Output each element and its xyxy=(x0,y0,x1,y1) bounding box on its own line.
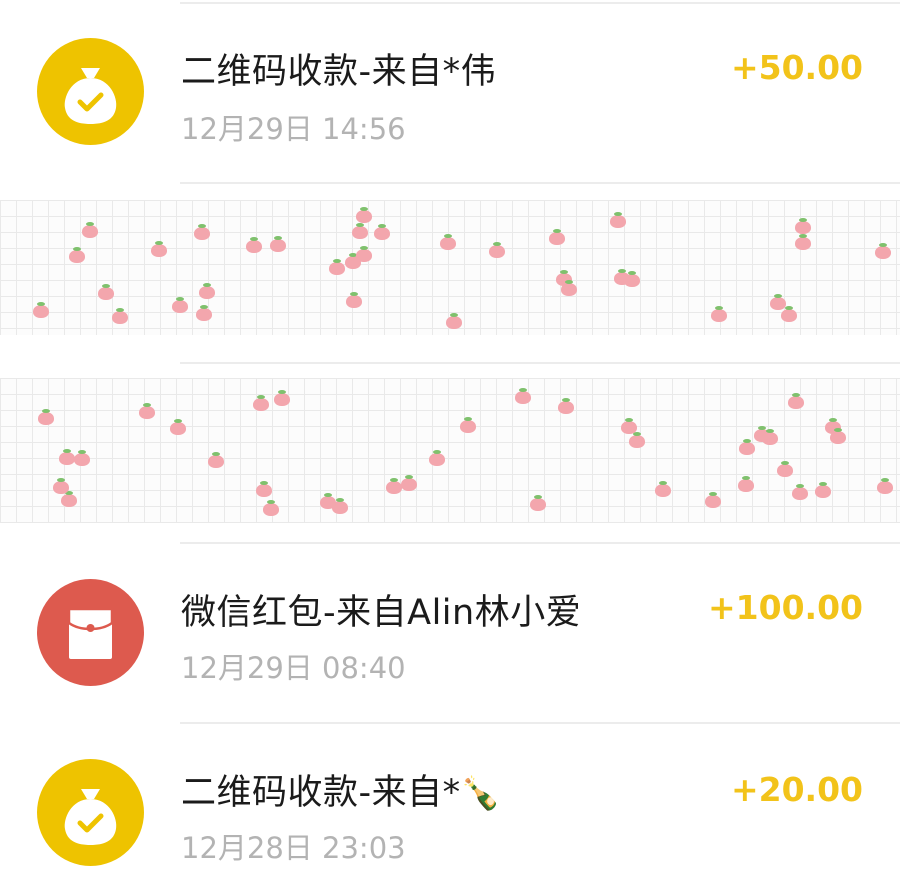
strawberry-sticker-icon xyxy=(429,450,445,466)
strawberry-sticker-icon xyxy=(270,236,286,252)
strawberry-sticker-icon xyxy=(194,224,210,240)
strawberry-sticker-icon xyxy=(711,306,727,322)
strawberry-sticker-icon xyxy=(38,409,54,425)
strawberry-sticker-icon xyxy=(208,452,224,468)
transaction-title: 微信红包-来自Alin林小爱 xyxy=(181,593,582,633)
strawberry-sticker-icon xyxy=(401,475,417,491)
strawberry-sticker-icon xyxy=(253,395,269,411)
strawberry-sticker-icon xyxy=(356,246,372,262)
strawberry-sticker-icon xyxy=(530,495,546,511)
strawberry-sticker-icon xyxy=(614,269,630,285)
strawberry-sticker-icon xyxy=(610,212,626,228)
strawberry-sticker-icon xyxy=(246,237,262,253)
divider xyxy=(180,182,900,184)
strawberry-sticker-icon xyxy=(356,207,372,223)
transaction-time: 12月29日 14:56 xyxy=(181,112,406,146)
strawberry-sticker-icon xyxy=(877,478,893,494)
strawberry-sticker-icon xyxy=(69,247,85,263)
strawberry-sticker-icon xyxy=(151,241,167,257)
strawberry-sticker-icon xyxy=(621,418,637,434)
strawberry-sticker-icon xyxy=(795,218,811,234)
strawberry-sticker-icon xyxy=(352,223,368,239)
strawberry-sticker-icon xyxy=(781,306,797,322)
strawberry-sticker-icon xyxy=(82,222,98,238)
transaction-amount: +100.00 xyxy=(708,588,863,627)
strawberry-sticker-icon xyxy=(460,417,476,433)
strawberry-sticker-icon xyxy=(738,476,754,492)
strawberry-sticker-icon xyxy=(440,234,456,250)
strawberry-sticker-icon xyxy=(792,484,808,500)
transaction-row-2[interactable]: 微信红包-来自Alin林小爱 12月29日 08:40 +100.00 xyxy=(0,550,900,700)
strawberry-sticker-icon xyxy=(875,243,891,259)
strawberry-sticker-icon xyxy=(139,403,155,419)
strawberry-sticker-icon xyxy=(655,481,671,497)
strawberry-sticker-icon xyxy=(196,305,212,321)
divider xyxy=(180,542,900,544)
champagne-emoji: 🍾 xyxy=(460,774,501,812)
strawberry-sticker-icon xyxy=(795,234,811,250)
transaction-time: 12月29日 08:40 xyxy=(181,651,406,685)
strawberry-sticker-icon xyxy=(549,229,565,245)
transaction-title: 二维码收款-来自*🍾 xyxy=(181,764,501,815)
transaction-title: 二维码收款-来自*伟 xyxy=(181,52,497,92)
divider xyxy=(180,722,900,724)
transaction-amount: +50.00 xyxy=(730,48,863,87)
strawberry-sticker-icon xyxy=(815,482,831,498)
divider xyxy=(180,362,900,364)
strawberry-sticker-icon xyxy=(788,393,804,409)
transaction-time: 12月28日 23:03 xyxy=(181,831,406,865)
strawberry-sticker-icon xyxy=(33,302,49,318)
strawberry-sticker-icon xyxy=(762,429,778,445)
strawberry-sticker-icon xyxy=(112,308,128,324)
privacy-sticker xyxy=(0,378,900,523)
strawberry-sticker-icon xyxy=(59,449,75,465)
money-bag-icon xyxy=(37,759,144,866)
strawberry-sticker-icon xyxy=(346,292,362,308)
strawberry-sticker-icon xyxy=(629,432,645,448)
strawberry-sticker-icon xyxy=(170,419,186,435)
strawberry-sticker-icon xyxy=(777,461,793,477)
strawberry-sticker-icon xyxy=(515,388,531,404)
strawberry-sticker-icon xyxy=(374,224,390,240)
strawberry-sticker-icon xyxy=(53,478,69,494)
strawberry-sticker-icon xyxy=(830,428,846,444)
strawberry-sticker-icon xyxy=(770,294,786,310)
strawberry-sticker-icon xyxy=(74,450,90,466)
strawberry-sticker-icon xyxy=(256,481,272,497)
transaction-list: 二维码收款-来自*伟 12月29日 14:56 +50.00 微信红包-来自Al… xyxy=(0,0,900,870)
strawberry-sticker-icon xyxy=(263,500,279,516)
strawberry-sticker-icon xyxy=(558,398,574,414)
divider xyxy=(180,2,900,4)
strawberry-sticker-icon xyxy=(172,297,188,313)
strawberry-sticker-icon xyxy=(98,284,114,300)
transaction-title-text: 二维码收款-来自* xyxy=(181,773,461,813)
strawberry-sticker-icon xyxy=(274,390,290,406)
strawberry-sticker-icon xyxy=(739,439,755,455)
transaction-amount: +20.00 xyxy=(730,770,863,809)
strawberry-sticker-icon xyxy=(386,478,402,494)
strawberry-sticker-icon xyxy=(446,313,462,329)
red-packet-icon xyxy=(37,579,144,686)
strawberry-sticker-icon xyxy=(61,491,77,507)
strawberry-sticker-icon xyxy=(199,283,215,299)
privacy-sticker xyxy=(0,200,900,335)
strawberry-sticker-icon xyxy=(320,493,336,509)
strawberry-sticker-icon xyxy=(329,259,345,275)
transaction-row-3[interactable]: 二维码收款-来自*🍾 12月28日 23:03 +20.00 xyxy=(0,730,900,870)
strawberry-sticker-icon xyxy=(489,242,505,258)
money-bag-icon xyxy=(37,38,144,145)
strawberry-sticker-icon xyxy=(705,492,721,508)
transaction-row-1[interactable]: 二维码收款-来自*伟 12月29日 14:56 +50.00 xyxy=(0,10,900,160)
strawberry-sticker-icon xyxy=(561,280,577,296)
